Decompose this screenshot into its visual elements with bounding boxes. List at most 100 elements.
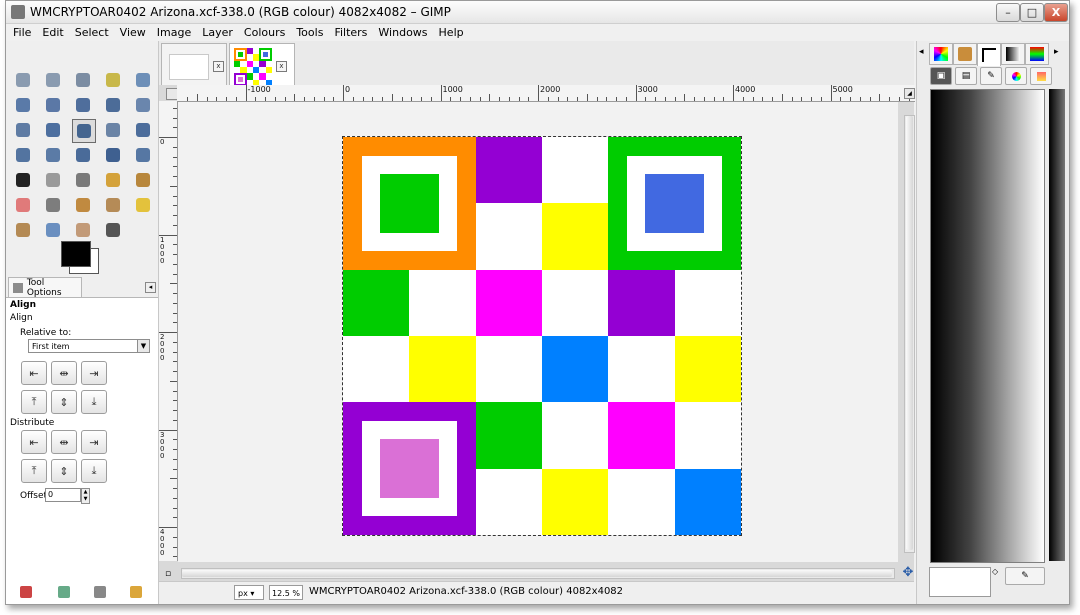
- navigate-image-icon[interactable]: ✥: [901, 566, 915, 580]
- dodge-burn-tool-button[interactable]: [102, 219, 124, 241]
- distribute-left-button[interactable]: ⇤: [21, 430, 47, 454]
- zoom-tool-button[interactable]: [132, 94, 154, 116]
- clone-tool-button[interactable]: [102, 194, 124, 216]
- foreground-color[interactable]: [61, 241, 91, 267]
- menu-help[interactable]: Help: [432, 26, 468, 39]
- perspective-clone-tool-button[interactable]: [12, 219, 34, 241]
- blur-tool-button[interactable]: [42, 219, 64, 241]
- gradient-preview[interactable]: [930, 89, 1045, 563]
- paintbrush-tool-button[interactable]: [132, 169, 154, 191]
- menu-select[interactable]: Select: [68, 26, 113, 39]
- menu-file[interactable]: File: [6, 26, 35, 39]
- save-tool-preset-icon[interactable]: [20, 586, 32, 598]
- image-tab-arizona[interactable]: x: [229, 43, 295, 86]
- brushes-tab[interactable]: [977, 43, 1001, 66]
- paint-dynamics-tab[interactable]: ✎: [980, 67, 1002, 85]
- menu-tools[interactable]: Tools: [289, 26, 327, 39]
- menu-colours[interactable]: Colours: [237, 26, 289, 39]
- zoom-selector[interactable]: 12.5 %: [269, 585, 303, 600]
- perspective-tool-button[interactable]: [72, 144, 94, 166]
- ink-tool-button[interactable]: [72, 194, 94, 216]
- arizona-image[interactable]: [342, 136, 742, 536]
- align-right-edge-button[interactable]: ⇥: [81, 361, 107, 385]
- by-color-select-tool-button[interactable]: [132, 69, 154, 91]
- unit-selector[interactable]: px ▾: [234, 585, 264, 600]
- bucket-fill-tool-button[interactable]: [42, 169, 64, 191]
- vertical-scroll-thumb[interactable]: [906, 116, 913, 550]
- shear-tool-button[interactable]: [42, 144, 64, 166]
- menu-edit[interactable]: Edit: [35, 26, 67, 39]
- paths-tool-button[interactable]: [72, 94, 94, 116]
- move-tool-button[interactable]: [42, 119, 64, 141]
- dock-configure-icon[interactable]: ▸: [1054, 47, 1059, 57]
- airbrush-tool-button[interactable]: [42, 194, 64, 216]
- text-tool-button[interactable]: [12, 169, 34, 191]
- fuzzy-select-tool-button[interactable]: [102, 69, 124, 91]
- fonts-tab[interactable]: [1030, 67, 1052, 85]
- title-bar[interactable]: WMCRYPTOAR0402 Arizona.xcf-338.0 (RGB co…: [6, 1, 1069, 24]
- cage-tool-button[interactable]: [132, 144, 154, 166]
- scissors-tool-button[interactable]: [12, 94, 34, 116]
- align-middle-button[interactable]: ⇕: [51, 390, 77, 414]
- dropdown-arrow-icon[interactable]: ▼: [137, 340, 149, 352]
- gradients-tab[interactable]: [1001, 43, 1025, 65]
- image-canvas[interactable]: [178, 102, 898, 562]
- offset-input[interactable]: 0: [45, 488, 81, 502]
- rect-select-tool-button[interactable]: [12, 69, 34, 91]
- tool-options-dock-tab[interactable]: ▣: [930, 67, 952, 85]
- rotate-tool-button[interactable]: [132, 119, 154, 141]
- close-tab-icon[interactable]: x: [276, 61, 287, 72]
- palette-tab[interactable]: [929, 43, 953, 65]
- menu-layer[interactable]: Layer: [195, 26, 237, 39]
- restore-tool-preset-icon[interactable]: [58, 586, 70, 598]
- patterns-tab[interactable]: [953, 43, 977, 65]
- measure-tool-button[interactable]: [12, 119, 34, 141]
- foreground-select-tool-button[interactable]: [42, 94, 64, 116]
- pencil-tool-button[interactable]: [102, 169, 124, 191]
- distribute-top-button[interactable]: ⤒: [21, 459, 47, 483]
- colormap-tab[interactable]: [1025, 43, 1049, 65]
- close-button[interactable]: X: [1044, 3, 1068, 22]
- tool-options-tab[interactable]: Tool Options: [8, 277, 82, 298]
- distribute-center-button[interactable]: ⇹: [51, 430, 77, 454]
- menu-image[interactable]: Image: [150, 26, 195, 39]
- horizontal-scroll-thumb[interactable]: [182, 570, 892, 577]
- secondary-gradient-strip[interactable]: [1049, 89, 1065, 561]
- device-status-tab[interactable]: ▤: [955, 67, 977, 85]
- align-top-edge-button[interactable]: ⤒: [21, 390, 47, 414]
- menu-windows[interactable]: Windows: [371, 26, 431, 39]
- edit-gradient-button[interactable]: ✎: [1005, 567, 1045, 585]
- eraser-tool-button[interactable]: [12, 194, 34, 216]
- menu-view[interactable]: View: [113, 26, 150, 39]
- free-select-tool-button[interactable]: [72, 69, 94, 91]
- scale-tool-button[interactable]: [12, 144, 34, 166]
- minimize-button[interactable]: –: [996, 3, 1020, 22]
- offset-spinner[interactable]: ▲ ▼: [81, 488, 90, 504]
- relative-to-select[interactable]: First item ▼: [28, 339, 150, 353]
- align-bottom-edge-button[interactable]: ⤓: [81, 390, 107, 414]
- color-tab[interactable]: [1005, 67, 1027, 85]
- vertical-ruler[interactable]: 0 1000 2000 3000 4000: [159, 101, 178, 561]
- horizontal-ruler[interactable]: -1000 0 1000 2000 3000 4000 5000: [177, 85, 915, 102]
- close-tab-icon[interactable]: x: [213, 61, 224, 72]
- align-tool-button[interactable]: [72, 119, 96, 143]
- distribute-bottom-button[interactable]: ⤓: [81, 459, 107, 483]
- crop-tool-button[interactable]: [102, 119, 124, 141]
- distribute-middle-button[interactable]: ⇕: [51, 459, 77, 483]
- flip-tool-button[interactable]: [102, 144, 124, 166]
- maximize-button[interactable]: □: [1020, 3, 1044, 22]
- smudge-tool-button[interactable]: [72, 219, 94, 241]
- ellipse-select-tool-button[interactable]: [42, 69, 64, 91]
- blend-tool-button[interactable]: [72, 169, 94, 191]
- distribute-right-button[interactable]: ⇥: [81, 430, 107, 454]
- vertical-scrollbar[interactable]: [904, 115, 915, 553]
- toggle-quick-mask-icon[interactable]: ▫: [162, 568, 174, 580]
- dock-scroll-left-icon[interactable]: ◂: [919, 47, 924, 57]
- align-left-edge-button[interactable]: ⇤: [21, 361, 47, 385]
- image-tab-blank[interactable]: x: [161, 43, 227, 86]
- color-picker-tool-button[interactable]: [102, 94, 124, 116]
- reset-tool-options-icon[interactable]: [130, 586, 142, 598]
- horizontal-scrollbar[interactable]: [181, 568, 895, 579]
- heal-tool-button[interactable]: [132, 194, 154, 216]
- configure-tab-icon[interactable]: ◂: [145, 282, 156, 293]
